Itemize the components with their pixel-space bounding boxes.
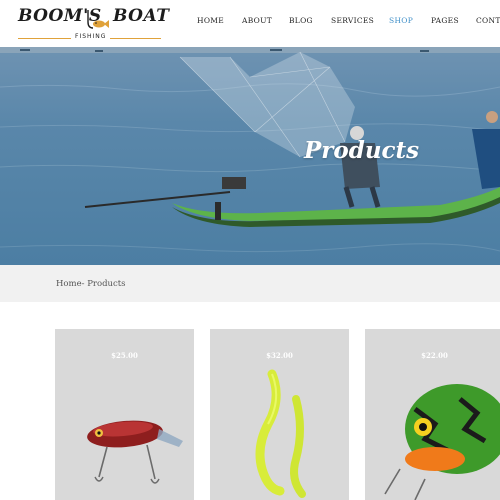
hero-banner: Products xyxy=(0,47,500,265)
page-title: Products xyxy=(304,137,420,164)
product-price: $22.00 xyxy=(421,351,448,360)
breadcrumb[interactable]: Home- Products xyxy=(56,279,126,289)
product-price: $25.00 xyxy=(111,351,138,360)
brand-logo[interactable]: BOOM'S BOAT FISHING xyxy=(18,6,169,42)
logo-word-right: BOAT xyxy=(113,6,170,26)
nav-item-contact[interactable]: CONT xyxy=(476,16,500,25)
nav-item-pages[interactable]: PAGES xyxy=(431,16,459,25)
site-header: BOOM'S BOAT FISHING HOME ABOUT BLOG SERV… xyxy=(0,0,500,47)
nav-item-services[interactable]: SERVICES xyxy=(331,16,374,25)
fishing-boat-hero-image xyxy=(0,47,500,265)
product-card-2[interactable]: $32.00 xyxy=(210,329,349,500)
fish-hook-icon xyxy=(87,10,109,29)
nav-item-shop[interactable]: SHOP xyxy=(389,16,413,25)
nav-item-blog[interactable]: BLOG xyxy=(289,16,313,25)
nav-item-home[interactable]: HOME xyxy=(197,16,224,25)
product-card-3[interactable]: $22.00 xyxy=(365,329,500,500)
nav-item-about[interactable]: ABOUT xyxy=(242,16,272,25)
breadcrumb-bar: Home- Products xyxy=(0,265,500,302)
product-price: $32.00 xyxy=(266,351,293,360)
logo-tagline: FISHING xyxy=(71,33,111,40)
product-card-1[interactable]: $25.00 xyxy=(55,329,194,500)
